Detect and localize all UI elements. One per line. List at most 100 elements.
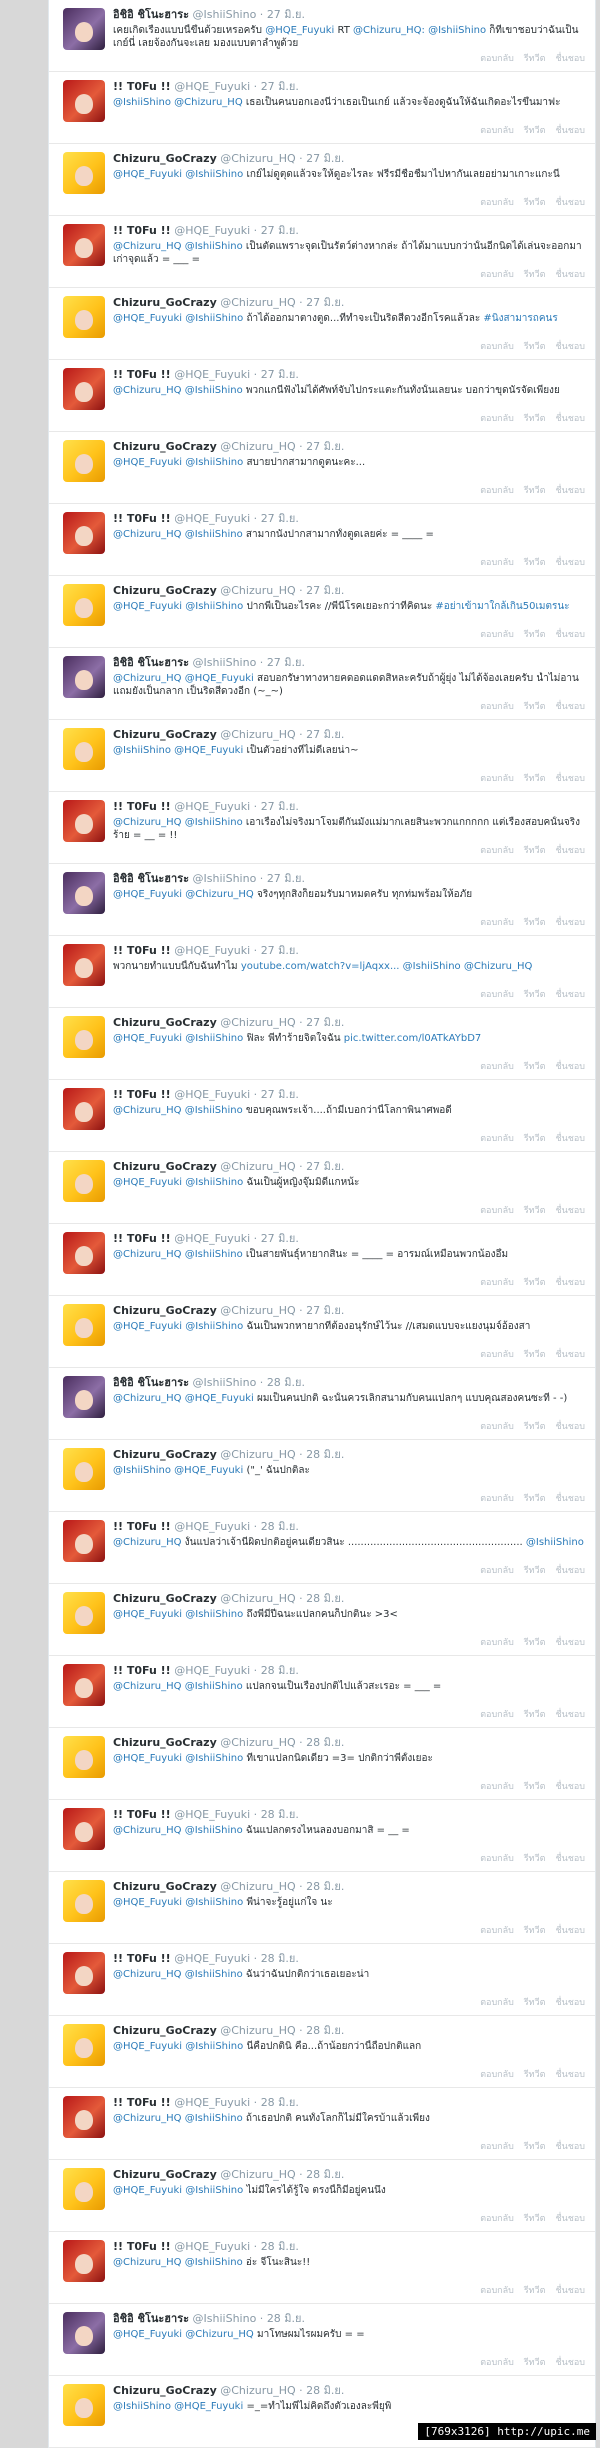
display-name[interactable]: อิชิอิ ชิโนะฮาระ	[113, 1376, 189, 1389]
display-name[interactable]: Chizuru_GoCrazy	[113, 2168, 217, 2181]
avatar[interactable]	[63, 1304, 105, 1346]
tweet[interactable]: อิชิอิ ชิโนะฮาระ @IshiiShino · 28 มิ.ย. @…	[49, 2304, 595, 2376]
tweet[interactable]: !! T0Fu !! @HQE_Fuyuki · 27 มิ.ย. @Chizur…	[49, 1080, 595, 1152]
timestamp[interactable]: 27 มิ.ย.	[306, 152, 344, 165]
retweet-button[interactable]: รีทวีต	[524, 198, 546, 208]
mention-link[interactable]: @IshiiShino	[185, 241, 243, 252]
reply-button[interactable]: ตอบกลับ	[480, 990, 514, 1000]
reply-button[interactable]: ตอบกลับ	[480, 702, 514, 712]
retweet-button[interactable]: รีทวีต	[524, 1134, 546, 1144]
user-handle[interactable]: @HQE_Fuyuki	[174, 512, 250, 525]
mention-link[interactable]: @IshiiShino	[185, 457, 243, 468]
display-name[interactable]: Chizuru_GoCrazy	[113, 1304, 217, 1317]
retweet-button[interactable]: รีทวีต	[524, 1350, 546, 1360]
mention-link[interactable]: @IshiiShino	[113, 1465, 171, 1476]
user-handle[interactable]: @IshiiShino	[193, 8, 257, 21]
favorite-button[interactable]: ชื่นชอบ	[556, 1206, 586, 1216]
tweet[interactable]: !! T0Fu !! @HQE_Fuyuki · 28 มิ.ย. @Chizur…	[49, 1944, 595, 2016]
tweet[interactable]: Chizuru_GoCrazy @Chizuru_HQ · 27 มิ.ย. @H…	[49, 288, 595, 360]
user-handle[interactable]: @Chizuru_HQ	[220, 1880, 295, 1893]
mention-link[interactable]: @HQE_Fuyuki	[113, 2329, 182, 2340]
favorite-button[interactable]: ชื่นชอบ	[556, 2286, 586, 2296]
mention-link[interactable]: @IshiiShino	[428, 25, 486, 36]
mention-link[interactable]: @HQE_Fuyuki	[113, 169, 182, 180]
retweet-button[interactable]: รีทวีต	[524, 1422, 546, 1432]
avatar[interactable]	[63, 584, 105, 626]
favorite-button[interactable]: ชื่นชอบ	[556, 846, 586, 856]
display-name[interactable]: Chizuru_GoCrazy	[113, 296, 217, 309]
avatar[interactable]	[63, 1232, 105, 1274]
avatar[interactable]	[63, 224, 105, 266]
mention-link[interactable]: @HQE_Fuyuki	[113, 889, 182, 900]
timestamp[interactable]: 28 มิ.ย.	[306, 1592, 344, 1605]
mention-link[interactable]: @HQE_Fuyuki	[113, 1753, 182, 1764]
favorite-button[interactable]: ชื่นชอบ	[556, 1998, 586, 2008]
mention-link[interactable]: @Chizuru_HQ	[185, 889, 254, 900]
user-handle[interactable]: @IshiiShino	[193, 2312, 257, 2325]
display-name[interactable]: Chizuru_GoCrazy	[113, 728, 217, 741]
tweet[interactable]: Chizuru_GoCrazy @Chizuru_HQ · 27 มิ.ย. @H…	[49, 144, 595, 216]
reply-button[interactable]: ตอบกลับ	[480, 126, 514, 136]
favorite-button[interactable]: ชื่นชอบ	[556, 702, 586, 712]
tweet[interactable]: Chizuru_GoCrazy @Chizuru_HQ · 28 มิ.ย. @H…	[49, 2160, 595, 2232]
display-name[interactable]: อิชิอิ ชิโนะฮาระ	[113, 872, 189, 885]
timestamp[interactable]: 27 มิ.ย.	[306, 1160, 344, 1173]
user-handle[interactable]: @Chizuru_HQ	[220, 728, 295, 741]
mention-link[interactable]: @IshiiShino	[113, 2401, 171, 2412]
user-handle[interactable]: @Chizuru_HQ	[220, 1160, 295, 1173]
mention-link[interactable]: @IshiiShino	[185, 1969, 243, 1980]
timestamp[interactable]: 27 มิ.ย.	[261, 1088, 299, 1101]
reply-button[interactable]: ตอบกลับ	[480, 1134, 514, 1144]
display-name[interactable]: อิชิอิ ชิโนะฮาระ	[113, 656, 189, 669]
reply-button[interactable]: ตอบกลับ	[480, 1494, 514, 1504]
mention-link[interactable]: @HQE_Fuyuki	[174, 2401, 243, 2412]
mention-link[interactable]: @IshiiShino	[185, 2185, 243, 2196]
favorite-button[interactable]: ชื่นชอบ	[556, 486, 586, 496]
mention-link[interactable]: @IshiiShino	[526, 1537, 584, 1548]
favorite-button[interactable]: ชื่นชอบ	[556, 2142, 586, 2152]
mention-link[interactable]: @IshiiShino	[185, 1321, 243, 1332]
mention-link[interactable]: @IshiiShino	[185, 1825, 243, 1836]
tweet[interactable]: อิชิอิ ชิโนะฮาระ @IshiiShino · 27 มิ.ย. เ…	[49, 0, 595, 72]
retweet-button[interactable]: รีทวีต	[524, 1926, 546, 1936]
favorite-button[interactable]: ชื่นชอบ	[556, 1422, 586, 1432]
timestamp[interactable]: 28 มิ.ย.	[261, 1952, 299, 1965]
timestamp[interactable]: 27 มิ.ย.	[267, 872, 305, 885]
retweet-button[interactable]: รีทวีต	[524, 702, 546, 712]
avatar[interactable]	[63, 152, 105, 194]
display-name[interactable]: !! T0Fu !!	[113, 1088, 171, 1101]
tweet[interactable]: !! T0Fu !! @HQE_Fuyuki · 27 มิ.ย. @IshiiS…	[49, 72, 595, 144]
avatar[interactable]	[63, 1520, 105, 1562]
tweet[interactable]: Chizuru_GoCrazy @Chizuru_HQ · 28 มิ.ย. @H…	[49, 1584, 595, 1656]
tweet[interactable]: !! T0Fu !! @HQE_Fuyuki · 28 มิ.ย. @Chizur…	[49, 1512, 595, 1584]
display-name[interactable]: !! T0Fu !!	[113, 800, 171, 813]
tweet[interactable]: Chizuru_GoCrazy @Chizuru_HQ · 27 มิ.ย. @H…	[49, 432, 595, 504]
avatar[interactable]	[63, 2240, 105, 2282]
mention-link[interactable]: @IshiiShino	[185, 1177, 243, 1188]
mention-link[interactable]: @IshiiShino	[185, 1249, 243, 1260]
user-handle[interactable]: @HQE_Fuyuki	[174, 1664, 250, 1677]
favorite-button[interactable]: ชื่นชอบ	[556, 1494, 586, 1504]
favorite-button[interactable]: ชื่นชอบ	[556, 414, 586, 424]
mention-link[interactable]: @IshiiShino	[185, 601, 243, 612]
mention-link[interactable]: @HQE_Fuyuki	[113, 2041, 182, 2052]
tweet[interactable]: Chizuru_GoCrazy @Chizuru_HQ · 27 มิ.ย. @H…	[49, 576, 595, 648]
user-handle[interactable]: @Chizuru_HQ	[220, 1304, 295, 1317]
timestamp[interactable]: 27 มิ.ย.	[306, 296, 344, 309]
user-handle[interactable]: @Chizuru_HQ	[220, 584, 295, 597]
retweet-button[interactable]: รีทวีต	[524, 1278, 546, 1288]
mention-link[interactable]: @IshiiShino	[185, 313, 243, 324]
reply-button[interactable]: ตอบกลับ	[480, 1638, 514, 1648]
user-handle[interactable]: @HQE_Fuyuki	[174, 368, 250, 381]
user-handle[interactable]: @Chizuru_HQ	[220, 1592, 295, 1605]
mention-link[interactable]: @Chizuru_HQ	[174, 97, 243, 108]
reply-button[interactable]: ตอบกลับ	[480, 846, 514, 856]
reply-button[interactable]: ตอบกลับ	[480, 414, 514, 424]
favorite-button[interactable]: ชื่นชอบ	[556, 1278, 586, 1288]
favorite-button[interactable]: ชื่นชอบ	[556, 126, 586, 136]
retweet-button[interactable]: รีทวีต	[524, 1566, 546, 1576]
mention-link[interactable]: @HQE_Fuyuki	[113, 1321, 182, 1332]
retweet-button[interactable]: รีทวีต	[524, 270, 546, 280]
tweet[interactable]: !! T0Fu !! @HQE_Fuyuki · 28 มิ.ย. @Chizur…	[49, 2088, 595, 2160]
display-name[interactable]: Chizuru_GoCrazy	[113, 1448, 217, 1461]
